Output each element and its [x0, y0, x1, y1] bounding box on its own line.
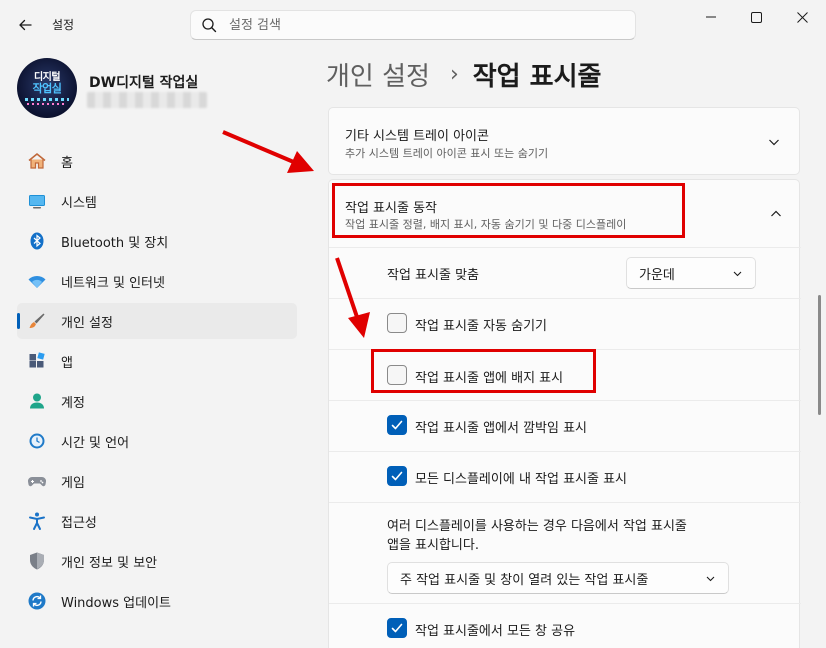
minimize-button[interactable] — [688, 0, 734, 34]
minimize-icon — [706, 16, 716, 18]
checkmark-icon — [391, 420, 403, 430]
profile-email-redacted — [87, 92, 207, 108]
share-windows-checkbox[interactable] — [387, 618, 407, 638]
apps-icon — [27, 351, 47, 371]
taskbar-behaviors-card: 작업 표시줄 동작 작업 표시줄 정렬, 배지 표시, 자동 숨기기 및 다중 … — [328, 179, 801, 648]
checkmark-icon — [391, 471, 403, 481]
sidebar-item-label: Windows 업데이트 — [61, 595, 172, 611]
update-icon — [27, 591, 47, 611]
alignment-dropdown[interactable]: 가운데 — [626, 257, 756, 289]
close-button[interactable] — [779, 0, 825, 34]
highlight-box-behaviors — [332, 183, 685, 238]
chevron-down-icon — [706, 576, 715, 582]
back-button[interactable] — [14, 14, 36, 36]
arrow-left-icon — [19, 19, 32, 31]
multi-display-text-line1: 여러 디스플레이를 사용하는 경우 다음에서 작업 표시줄 — [387, 519, 687, 534]
sidebar-item-network[interactable]: 네트워크 및 인터넷 — [17, 263, 297, 299]
multi-display-text-line2: 앱을 표시합니다. — [387, 538, 479, 553]
accessibility-icon — [27, 511, 47, 531]
flashing-label: 작업 표시줄 앱에서 깜박임 표시 — [415, 421, 588, 436]
checkmark-icon — [391, 623, 403, 633]
profile-name: DW디지털 작업실 — [89, 75, 199, 91]
shield-icon — [27, 551, 47, 571]
sidebar-item-accessibility[interactable]: 접근성 — [17, 503, 297, 539]
flashing-checkbox[interactable] — [387, 415, 407, 435]
sidebar-item-home[interactable]: 홈 — [17, 143, 297, 179]
sidebar-item-time-language[interactable]: 시간 및 언어 — [17, 423, 297, 459]
sidebar-nav: 홈 시스템 Bluetooth 및 장치 네트워크 및 인터넷 개인 설정 앱 — [17, 143, 297, 623]
sidebar-item-privacy-security[interactable]: 개인 정보 및 보안 — [17, 543, 297, 579]
wifi-icon — [27, 271, 47, 291]
sidebar-item-label: 시간 및 언어 — [61, 435, 130, 451]
sidebar-item-label: 네트워크 및 인터넷 — [61, 275, 165, 291]
sidebar-item-gaming[interactable]: 게임 — [17, 463, 297, 499]
divider — [329, 247, 801, 248]
sidebar-item-label: 개인 정보 및 보안 — [61, 555, 158, 571]
title-bar: 설정 — [0, 0, 826, 48]
bluetooth-icon — [27, 231, 47, 251]
divider — [329, 603, 801, 604]
alignment-value: 가운데 — [639, 267, 675, 283]
search-icon — [202, 18, 217, 33]
breadcrumb-parent[interactable]: 개인 설정 — [326, 56, 430, 93]
home-icon — [27, 151, 47, 171]
avatar-decoration — [25, 97, 69, 101]
system-icon — [27, 191, 47, 211]
gamepad-icon — [27, 471, 47, 491]
sidebar-item-label: 계정 — [61, 395, 85, 411]
sidebar-item-system[interactable]: 시스템 — [17, 183, 297, 219]
sidebar-item-label: 앱 — [61, 355, 73, 371]
sidebar-item-label: 게임 — [61, 475, 85, 491]
chevron-down-icon — [769, 139, 779, 146]
all-displays-label: 모든 디스플레이에 내 작업 표시줄 표시 — [415, 472, 628, 487]
divider — [329, 400, 801, 401]
all-displays-checkbox[interactable] — [387, 466, 407, 486]
clock-globe-icon — [27, 431, 47, 451]
tray-icons-card[interactable]: 기타 시스템 트레이 아이콘 추가 시스템 트레이 아이콘 표시 또는 숨기기 — [328, 107, 800, 175]
sidebar-item-label: 시스템 — [61, 195, 97, 211]
sidebar-item-accounts[interactable]: 계정 — [17, 383, 297, 419]
brush-icon — [27, 311, 47, 331]
share-windows-label: 작업 표시줄에서 모든 창 공유 — [415, 624, 576, 639]
sidebar-item-label: 접근성 — [61, 515, 97, 531]
search-input[interactable] — [229, 17, 609, 33]
avatar[interactable]: 디지털 작업실 — [17, 58, 77, 118]
avatar-decoration-2 — [27, 102, 67, 105]
sidebar-item-bluetooth[interactable]: Bluetooth 및 장치 — [17, 223, 297, 259]
alignment-label: 작업 표시줄 맞춤 — [387, 268, 479, 283]
highlight-box-badges — [371, 349, 596, 393]
multi-display-value: 주 작업 표시줄 및 창이 열려 있는 작업 표시줄 — [400, 572, 649, 588]
avatar-text-line1: 디지털 — [33, 71, 61, 83]
auto-hide-label: 작업 표시줄 자동 숨기기 — [415, 319, 547, 334]
sidebar-item-label: 개인 설정 — [61, 315, 113, 331]
account-icon — [27, 391, 47, 411]
breadcrumb: 개인 설정 › 작업 표시줄 — [326, 56, 601, 93]
breadcrumb-separator: › — [449, 62, 459, 87]
close-icon — [796, 11, 808, 23]
scrollbar-thumb[interactable] — [818, 295, 821, 415]
sidebar-item-windows-update[interactable]: Windows 업데이트 — [17, 583, 297, 619]
page-title: 작업 표시줄 — [472, 62, 602, 92]
auto-hide-checkbox[interactable] — [387, 313, 407, 333]
divider — [329, 502, 801, 503]
sidebar-item-label: Bluetooth 및 장치 — [61, 235, 169, 251]
maximize-button[interactable] — [733, 0, 779, 34]
chevron-up-icon — [771, 210, 781, 217]
search-box[interactable] — [190, 10, 636, 40]
multi-display-dropdown[interactable]: 주 작업 표시줄 및 창이 열려 있는 작업 표시줄 — [387, 562, 729, 594]
app-title: 설정 — [52, 18, 75, 32]
tray-icons-desc: 추가 시스템 트레이 아이콘 표시 또는 숨기기 — [345, 147, 549, 160]
maximize-icon — [750, 11, 762, 23]
divider — [329, 451, 801, 452]
tray-icons-title: 기타 시스템 트레이 아이콘 — [345, 129, 489, 144]
avatar-text-line2: 작업실 — [32, 81, 62, 95]
sidebar-item-apps[interactable]: 앱 — [17, 343, 297, 379]
sidebar-item-personalization[interactable]: 개인 설정 — [17, 303, 297, 339]
chevron-down-icon — [733, 271, 742, 277]
divider — [329, 298, 801, 299]
sidebar-item-label: 홈 — [61, 155, 73, 171]
